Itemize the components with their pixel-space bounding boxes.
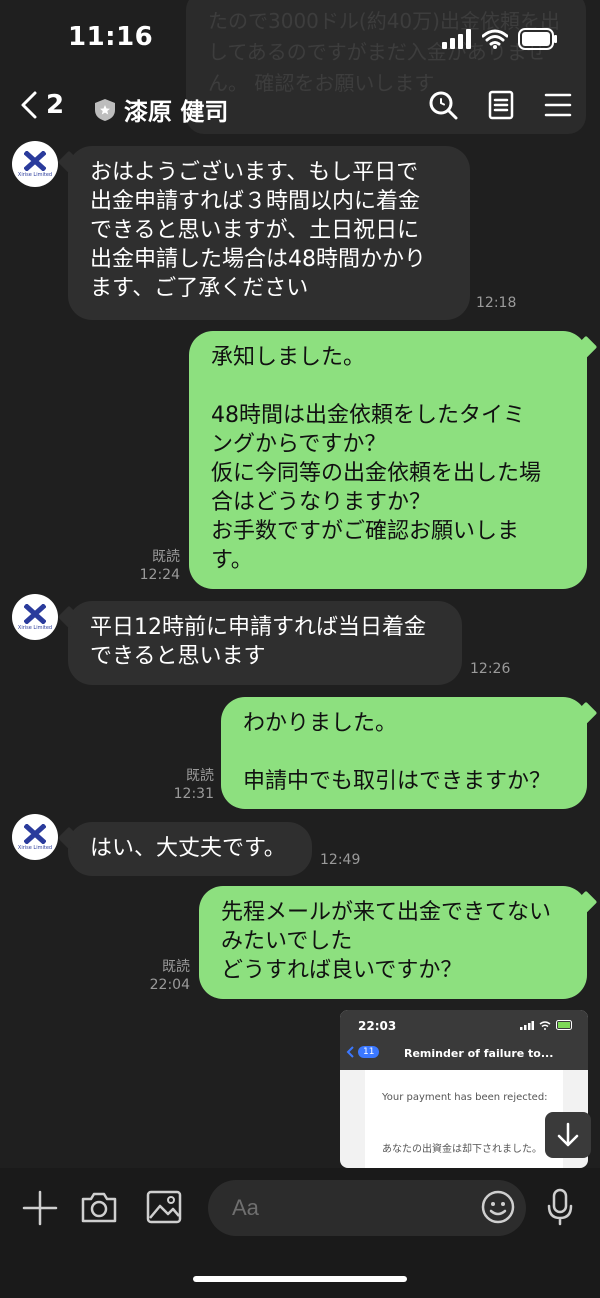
avatar-caption: Xirise Limited <box>17 624 53 631</box>
message-time: 12:26 <box>470 661 511 677</box>
header-actions <box>428 90 572 120</box>
message-time: 22:04 <box>149 977 190 993</box>
notes-icon[interactable] <box>488 90 514 120</box>
scroll-to-bottom-button[interactable] <box>545 1112 591 1158</box>
avatar[interactable]: Xirise Limited <box>12 141 58 187</box>
back-button[interactable]: 2 <box>20 90 64 120</box>
xirise-logo-icon <box>24 823 46 844</box>
shield-star-icon <box>95 98 115 121</box>
attachment-mail-header: 22:03 11 Reminder of failure to... <box>340 1010 588 1070</box>
wifi-icon <box>539 1020 551 1030</box>
chevron-left-icon <box>346 1046 354 1058</box>
attachment-back: 11 <box>346 1046 380 1058</box>
status-icons <box>442 28 558 50</box>
attachment-badge: 11 <box>358 1046 380 1058</box>
microphone-icon[interactable] <box>546 1188 574 1226</box>
message-input[interactable] <box>208 1180 526 1236</box>
message-bubble-incoming[interactable]: 平日12時前に申請すれば当日着金 できると思います <box>68 601 462 685</box>
contact-name: 漆原 健司 <box>124 98 229 126</box>
message-time: 12:18 <box>476 295 517 311</box>
arrow-down-icon <box>557 1122 579 1147</box>
avatar[interactable]: Xirise Limited <box>12 814 58 860</box>
read-label: 既読 <box>152 549 180 565</box>
attachment-status-icons <box>520 1020 574 1030</box>
message-bubble-incoming[interactable]: おはようございます、もし平日で 出金申請すれば３時間以内に着金 できると思います… <box>68 146 470 320</box>
message-bubble-outgoing[interactable]: わかりました。 申請中でも取引はできますか？ <box>221 697 587 809</box>
message-read-status: 既読 12:31 <box>164 767 214 803</box>
chat-header: 2 漆原 健司 <box>0 80 600 136</box>
xirise-logo-icon <box>24 603 46 624</box>
chevron-left-icon <box>21 91 37 119</box>
wifi-icon <box>482 29 508 49</box>
battery-icon <box>518 28 557 50</box>
avatar-caption: Xirise Limited <box>17 844 53 851</box>
message-bubble-outgoing[interactable]: 先程メールが来て出金できてない みたいでした どうすれば良いですか？ <box>199 886 587 999</box>
emoji-icon[interactable] <box>481 1190 515 1224</box>
attachment-line: あなたの出資金は却下されました。 <box>382 1144 542 1155</box>
image-icon[interactable] <box>146 1190 182 1224</box>
search-icon[interactable] <box>428 90 458 120</box>
message-time: 12:31 <box>173 786 214 802</box>
plus-icon[interactable] <box>22 1190 58 1226</box>
message-time: 12:49 <box>320 852 361 868</box>
message-bubble-outgoing[interactable]: 承知しました。 48時間は出金依頼をしたタイミ ングからですか？ 仮に今同等の出… <box>189 331 587 589</box>
attachment-subject: Reminder of failure to... <box>404 1047 554 1060</box>
read-label: 既読 <box>162 959 190 975</box>
message-read-status: 既読 22:04 <box>140 958 190 994</box>
camera-icon[interactable] <box>80 1190 118 1224</box>
avatar[interactable]: Xirise Limited <box>12 594 58 640</box>
xirise-logo-icon <box>24 150 46 171</box>
message-time: 12:24 <box>139 567 180 583</box>
home-indicator <box>193 1276 407 1282</box>
avatar-caption: Xirise Limited <box>17 171 53 178</box>
cellular-signal-icon <box>442 29 471 49</box>
battery-icon <box>556 1020 572 1030</box>
attachment-line: Your payment has been rejected: <box>382 1092 548 1103</box>
attachment-time: 22:03 <box>358 1019 397 1033</box>
chat-title[interactable]: 漆原 健司 <box>94 92 228 127</box>
read-label: 既読 <box>186 768 214 784</box>
cellular-signal-icon <box>520 1020 534 1030</box>
message-bubble-incoming[interactable]: はい、大丈夫です。 <box>68 822 312 876</box>
unread-count: 2 <box>46 90 65 120</box>
menu-icon[interactable] <box>544 92 572 118</box>
status-bar: 11:16 <box>0 0 600 80</box>
message-read-status: 既読 12:24 <box>128 548 180 584</box>
attachment-mail-body: Your payment has been rejected: あなたの出資金は… <box>365 1070 563 1168</box>
status-time: 11:16 <box>68 22 154 52</box>
